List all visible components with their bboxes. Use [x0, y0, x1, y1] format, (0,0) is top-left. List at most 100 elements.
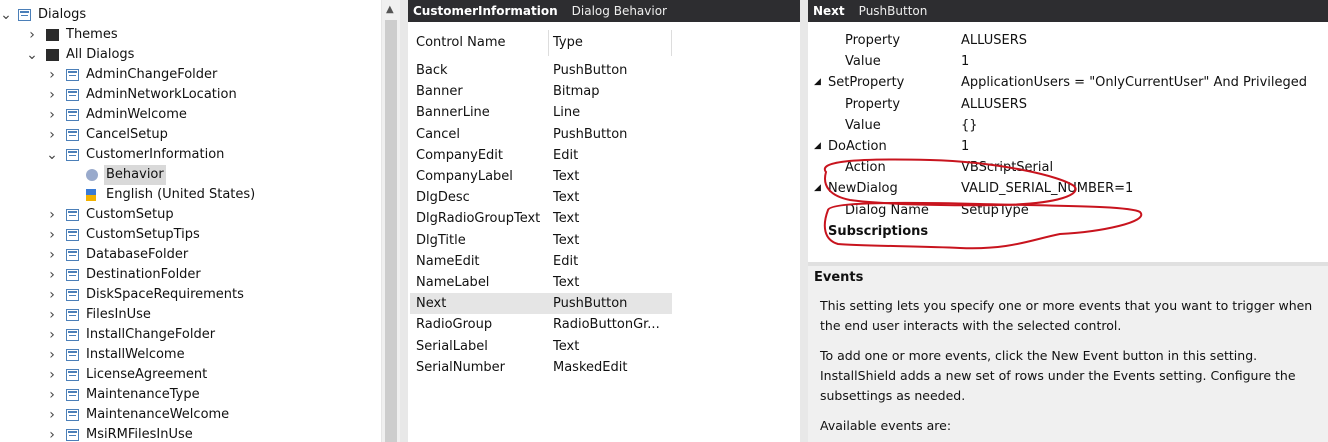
expand-triangle-icon[interactable]: ◢ [814, 136, 821, 157]
control-row[interactable]: NameEdit Edit [410, 251, 672, 272]
chevron-down-icon[interactable]: ⌄ [0, 5, 12, 25]
expand-triangle-icon[interactable]: ◢ [814, 178, 821, 199]
chevron-right-icon[interactable]: › [46, 245, 58, 265]
tree-item-dialog[interactable]: › DestinationFolder [0, 265, 381, 285]
control-row[interactable]: RadioGroup RadioButtonGr... [410, 314, 672, 335]
tree-item-behavior[interactable]: Behavior [0, 165, 381, 185]
tree-item-dialog[interactable]: › LicenseAgreement [0, 365, 381, 385]
dialog-icon [66, 149, 79, 161]
property-value[interactable]: VALID_SERIAL_NUMBER=1 [961, 178, 1133, 199]
chevron-right-icon[interactable]: › [46, 225, 58, 245]
control-row[interactable]: Cancel PushButton [410, 124, 672, 145]
control-name: NameLabel [416, 275, 490, 290]
control-name: DlgDesc [416, 190, 470, 206]
chevron-right-icon[interactable]: › [46, 305, 58, 325]
property-value[interactable]: 1 [961, 51, 969, 72]
chevron-right-icon[interactable]: › [46, 405, 58, 425]
chevron-right-icon[interactable]: › [46, 325, 58, 345]
splitter-right[interactable] [800, 0, 808, 442]
tree-item-themes[interactable]: › Themes [0, 25, 381, 45]
property-row[interactable]: Value 1 [808, 51, 1328, 72]
tree-item-dialog[interactable]: › InstallWelcome [0, 345, 381, 365]
chevron-right-icon[interactable]: › [46, 345, 58, 365]
tree-item-dialog[interactable]: › MaintenanceType [0, 385, 381, 405]
events-help-text-1: This setting lets you specify one or mor… [820, 298, 1313, 333]
column-separator[interactable] [671, 30, 672, 56]
tree-item-dialog[interactable]: › CustomSetupTips [0, 225, 381, 245]
column-separator[interactable] [548, 30, 549, 56]
chevron-right-icon[interactable]: › [46, 265, 58, 285]
control-row[interactable]: SerialLabel Text [410, 336, 672, 357]
tree-item-dialog[interactable]: › CancelSetup [0, 125, 381, 145]
chevron-right-icon[interactable]: › [46, 425, 58, 442]
tree-item-dialog[interactable]: › AdminNetworkLocation [0, 85, 381, 105]
scroll-up-icon[interactable]: ▲ [386, 4, 394, 15]
property-row[interactable]: Value {} [808, 115, 1328, 136]
chevron-down-icon[interactable]: ⌄ [26, 45, 38, 65]
tree-item-customerinformation[interactable]: ⌄ CustomerInformation [0, 145, 381, 165]
property-row[interactable]: ◢ SetProperty ApplicationUsers = "OnlyCurr… [808, 72, 1328, 93]
control-row[interactable]: Next PushButton [410, 293, 672, 315]
gear-icon [86, 169, 98, 181]
property-value[interactable]: ALLUSERS [961, 94, 1027, 115]
splitter-left[interactable] [400, 0, 408, 442]
control-row[interactable]: CompanyEdit Edit [410, 145, 672, 166]
chevron-down-icon[interactable]: ⌄ [46, 145, 58, 165]
property-row[interactable]: Property ALLUSERS [808, 94, 1328, 115]
events-help-text-2: To add one or more events, click the New… [820, 348, 1296, 403]
control-row[interactable]: BannerLine Line [410, 102, 672, 123]
chevron-right-icon[interactable]: › [46, 285, 58, 305]
chevron-right-icon[interactable]: › [46, 385, 58, 405]
property-value[interactable]: ALLUSERS [961, 30, 1027, 51]
property-value[interactable]: ApplicationUsers = "OnlyCurrentUser" And… [961, 72, 1307, 93]
tree-item-dialog[interactable]: › AdminChangeFolder [0, 65, 381, 85]
property-row[interactable]: ◢ NewDialog VALID_SERIAL_NUMBER=1 [808, 178, 1328, 199]
control-row[interactable]: DlgDesc Text [410, 187, 672, 208]
tree-item-dialog[interactable]: › InstallChangeFolder [0, 325, 381, 345]
control-row[interactable]: NameLabel Text [410, 272, 672, 293]
tree-item-dialog[interactable]: › MaintenanceWelcome [0, 405, 381, 425]
control-row[interactable]: SerialNumber MaskedEdit [410, 357, 672, 378]
controls-header: CustomerInformation Dialog Behavior [408, 0, 800, 22]
property-row[interactable]: ◢ DoAction 1 [808, 136, 1328, 157]
tree-item-language[interactable]: English (United States) [0, 185, 381, 205]
tree-scrollbar[interactable]: ▲ [381, 0, 400, 442]
property-row[interactable]: Dialog Name SetupType [808, 200, 1328, 221]
chevron-right-icon[interactable]: › [46, 85, 58, 105]
tree-item-dialog[interactable]: › DatabaseFolder [0, 245, 381, 265]
chevron-right-icon[interactable]: › [26, 25, 38, 45]
column-header-type[interactable]: Type [553, 30, 583, 56]
tree-item-all-dialogs[interactable]: ⌄ All Dialogs [0, 45, 381, 65]
chevron-right-icon[interactable]: › [46, 65, 58, 85]
control-row[interactable]: DlgRadioGroupText Text [410, 208, 672, 229]
property-value[interactable]: VBScriptSerial [961, 157, 1053, 178]
control-name: DlgRadioGroupText [416, 211, 541, 227]
tree-item-dialog[interactable]: › CustomSetup [0, 205, 381, 225]
tree-item-dialog[interactable]: › MsiRMFilesInUse [0, 425, 381, 442]
column-header-control-name[interactable]: Control Name [416, 30, 505, 56]
expand-triangle-icon[interactable]: ◢ [814, 72, 821, 93]
property-value[interactable]: SetupType [961, 200, 1029, 221]
chevron-right-icon[interactable]: › [46, 205, 58, 225]
control-type: PushButton [553, 126, 628, 142]
chevron-right-icon[interactable]: › [46, 125, 58, 145]
property-value[interactable]: 1 [961, 136, 969, 157]
tree-root[interactable]: ⌄ Dialogs [0, 5, 381, 25]
property-row[interactable]: Subscriptions [808, 221, 1328, 242]
control-type: Edit [553, 253, 579, 269]
control-row[interactable]: CompanyLabel Text [410, 166, 672, 187]
tree-item-dialog[interactable]: › DiskSpaceRequirements [0, 285, 381, 305]
control-row[interactable]: Banner Bitmap [410, 81, 672, 102]
property-value[interactable]: {} [961, 115, 978, 136]
control-row[interactable]: Back PushButton [410, 60, 672, 81]
scrollbar-thumb[interactable] [385, 20, 397, 442]
chevron-right-icon[interactable]: › [46, 105, 58, 125]
property-row[interactable]: Action VBScriptSerial [808, 157, 1328, 178]
tree-item-dialog[interactable]: › AdminWelcome [0, 105, 381, 125]
tree-item-dialog[interactable]: › FilesInUse [0, 305, 381, 325]
property-row[interactable]: Property ALLUSERS [808, 30, 1328, 51]
tree-item-label: MaintenanceWelcome [86, 407, 230, 422]
chevron-right-icon[interactable]: › [46, 365, 58, 385]
dialog-icon [66, 429, 79, 441]
control-row[interactable]: DlgTitle Text [410, 230, 672, 251]
